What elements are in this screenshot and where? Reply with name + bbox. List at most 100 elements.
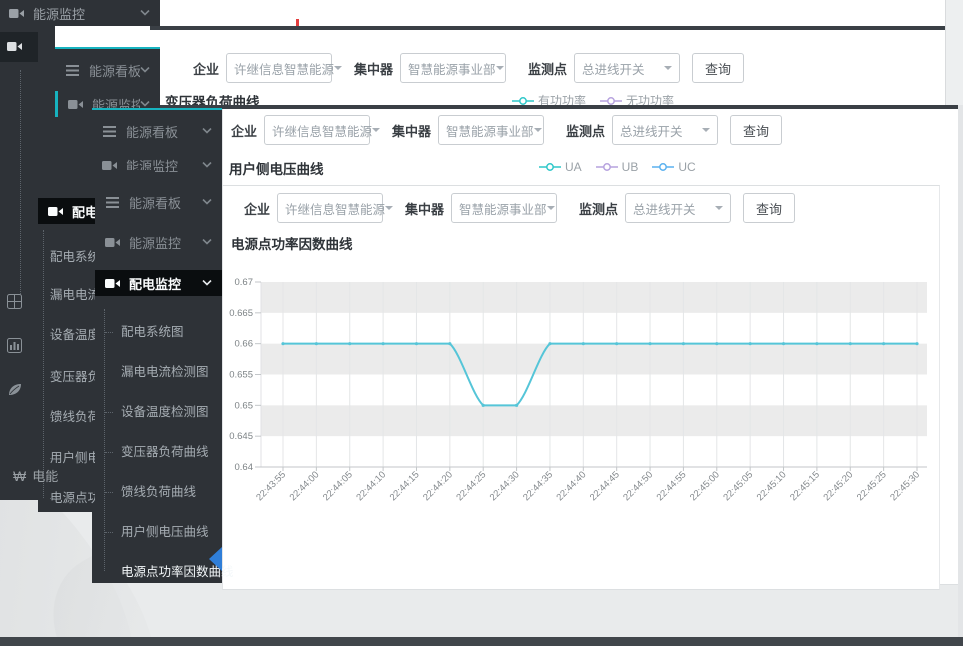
monitor-point-select[interactable]: 总进线开关 [574, 53, 680, 83]
sidebar-item-label: 能源看板 [89, 61, 140, 80]
dashboard-list-icon [64, 65, 80, 76]
legend-label: UB [622, 160, 639, 174]
chart-title: 用户侧电压曲线 [229, 158, 324, 178]
svg-text:22:43:55: 22:43:55 [254, 469, 288, 503]
svg-text:0.665: 0.665 [229, 308, 253, 319]
line-marker-icon [596, 162, 618, 172]
company-label: 企业 [231, 121, 257, 140]
sidebar-item-label: 能源监控 [33, 4, 140, 23]
bar-chart-icon[interactable] [7, 338, 22, 353]
right-gutter [958, 105, 963, 637]
monitor-point-label: 监测点 [566, 121, 605, 140]
svg-text:22:45:15: 22:45:15 [788, 469, 822, 503]
svg-text:22:44:25: 22:44:25 [454, 469, 488, 503]
svg-text:22:44:45: 22:44:45 [588, 469, 622, 503]
svg-text:22:44:40: 22:44:40 [555, 469, 589, 503]
chevron-down-icon [202, 199, 212, 205]
menu-item-power-factor[interactable]: 电源点功率因数曲线 [95, 562, 222, 582]
chevron-down-icon [140, 67, 150, 73]
concentrator-label: 集中器 [354, 59, 393, 78]
video-camera-icon [104, 237, 120, 248]
chevron-down-icon [202, 280, 212, 286]
query-button[interactable]: 查询 [692, 53, 744, 83]
video-camera-icon [101, 160, 117, 171]
bottom-window-edge [0, 637, 963, 646]
svg-text:0.645: 0.645 [229, 431, 253, 442]
menu-item-distribution-diagram[interactable]: 配电系统图 [95, 322, 222, 342]
concentrator-select[interactable]: 智慧能源事业部 [438, 115, 544, 145]
chevron-down-icon [715, 206, 723, 210]
line-marker-icon [600, 96, 622, 106]
svg-text:22:44:15: 22:44:15 [388, 469, 422, 503]
query-toolbar: 企业 许继信息智慧能源 集中器 智慧能源事业部 监测点 总进线开关 查询 [244, 193, 795, 223]
menu-item-user-voltage[interactable]: 用户侧电压曲线 [95, 522, 222, 542]
chevron-down-icon [547, 206, 555, 210]
company-select-value: 许继信息智慧能源 [272, 121, 372, 140]
query-button[interactable]: 查询 [743, 193, 795, 223]
sidebar-item-distribution-monitoring[interactable]: 配电监控 [95, 270, 222, 296]
power-factor-window-sidebar: 能源看板 能源监控 配电监控 配电系统图 漏电电流检测图 设备 [95, 177, 222, 583]
sidebar-item-energy-dashboard[interactable]: 能源看板 [92, 118, 222, 144]
company-select-value: 许继信息智慧能源 [234, 59, 334, 78]
video-camera-icon [47, 206, 63, 217]
leaf-icon[interactable] [7, 382, 22, 397]
dashboard-list-icon [101, 126, 117, 137]
menu-item-feeder-load[interactable]: 馈线负荷曲线 [95, 482, 222, 502]
chevron-down-icon [202, 162, 212, 168]
legend-item-ua[interactable]: UA [539, 160, 582, 174]
monitor-point-select[interactable]: 总进线开关 [625, 193, 731, 223]
svg-text:22:44:35: 22:44:35 [521, 469, 555, 503]
chevron-down-icon [664, 66, 672, 70]
query-button[interactable]: 查询 [730, 115, 782, 145]
won-sign-icon: ₩ [13, 468, 26, 484]
chevron-down-icon [202, 239, 212, 245]
company-select[interactable]: 许继信息智慧能源 [226, 53, 332, 83]
video-camera-icon[interactable] [7, 41, 22, 52]
sidebar-item-energy-monitoring-root[interactable]: 能源监控 [0, 0, 160, 26]
query-toolbar: 企业 许继信息智慧能源 集中器 智慧能源事业部 监测点 总进线开关 查询 [231, 115, 782, 145]
monitor-point-select-value: 总进线开关 [620, 121, 683, 140]
monitor-point-select-value: 总进线开关 [582, 59, 645, 78]
concentrator-select[interactable]: 智慧能源事业部 [451, 193, 557, 223]
legend-label: UA [565, 160, 582, 174]
power-factor-window-content: 企业 许继信息智慧能源 集中器 智慧能源事业部 监测点 总进线开关 查询 电源点… [222, 185, 940, 590]
legend-item-ub[interactable]: UB [596, 160, 639, 174]
sidebar-item-energy-dashboard[interactable]: 能源看板 [55, 57, 160, 83]
sidebar-item-energy-dashboard[interactable]: 能源看板 [95, 189, 222, 215]
video-camera-icon [104, 278, 120, 289]
legend-label: UC [678, 160, 695, 174]
svg-text:0.655: 0.655 [229, 370, 253, 381]
svg-text:22:44:10: 22:44:10 [354, 469, 388, 503]
sidebar-item-label: 电能 [32, 466, 58, 485]
menu-item-transformer-load[interactable]: 变压器负荷曲线 [95, 442, 222, 462]
sidebar-item-label: 能源看板 [129, 193, 202, 212]
chart-title: 电源点功率因数曲线 [231, 233, 353, 253]
company-select-value: 许继信息智慧能源 [285, 199, 385, 218]
menu-item-device-temperature[interactable]: 设备温度检测图 [95, 402, 222, 422]
svg-text:22:44:30: 22:44:30 [488, 469, 522, 503]
sidebar-item-energy-quality[interactable]: ₩ 电能 [13, 466, 58, 485]
chevron-down-icon [140, 10, 150, 16]
concentrator-label: 集中器 [392, 121, 431, 140]
sidebar-item-energy-monitoring[interactable]: 能源监控 [95, 229, 222, 255]
line-marker-icon [539, 162, 561, 172]
video-camera-icon [67, 99, 83, 110]
menu-item-leakage-current[interactable]: 漏电电流检测图 [95, 362, 222, 382]
svg-text:22:44:55: 22:44:55 [655, 469, 689, 503]
svg-text:0.66: 0.66 [235, 339, 254, 350]
monitor-point-select-value: 总进线开关 [633, 199, 696, 218]
tree-line [20, 70, 21, 294]
svg-text:22:45:10: 22:45:10 [755, 469, 789, 503]
company-select[interactable]: 许继信息智慧能源 [264, 115, 370, 145]
concentrator-label: 集中器 [405, 199, 444, 218]
company-label: 企业 [193, 59, 219, 78]
film-grid-icon[interactable] [7, 294, 22, 309]
svg-text:22:45:00: 22:45:00 [688, 469, 722, 503]
chevron-down-icon [385, 206, 393, 210]
monitor-point-select[interactable]: 总进线开关 [612, 115, 718, 145]
svg-text:22:44:00: 22:44:00 [288, 469, 322, 503]
legend-item-uc[interactable]: UC [652, 160, 695, 174]
concentrator-select[interactable]: 智慧能源事业部 [400, 53, 506, 83]
company-select[interactable]: 许继信息智慧能源 [277, 193, 383, 223]
concentrator-select-value: 智慧能源事业部 [446, 121, 534, 140]
